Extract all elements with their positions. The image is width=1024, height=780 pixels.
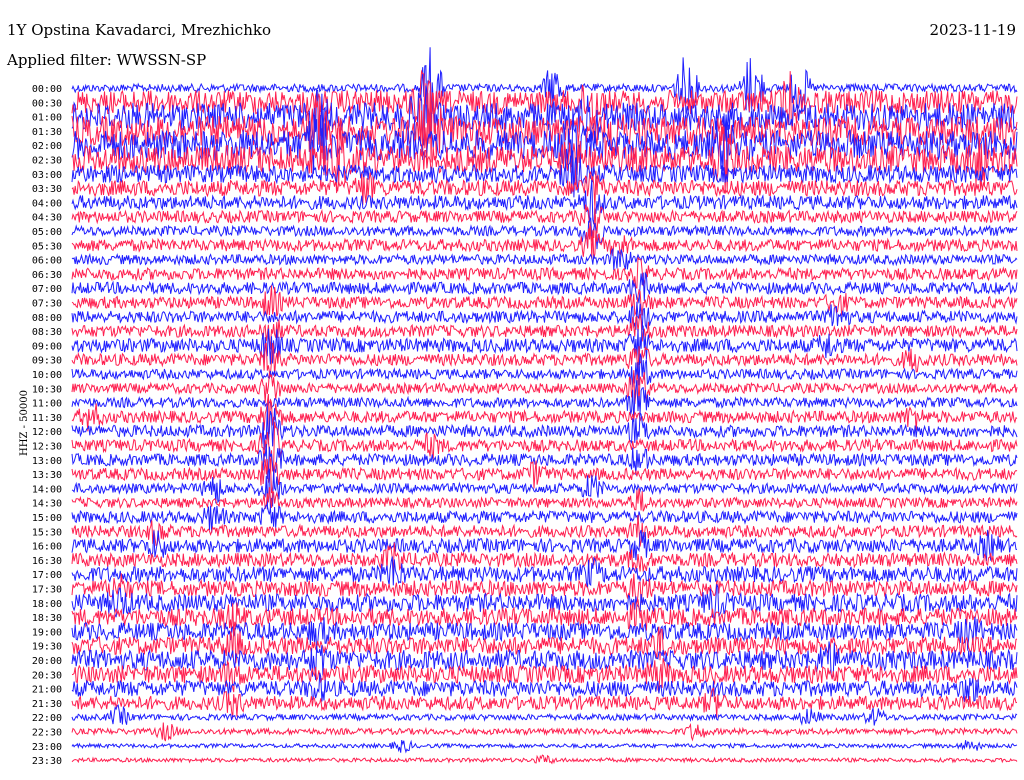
trace-line bbox=[71, 739, 1018, 754]
time-label: 16:00 bbox=[32, 542, 62, 553]
time-label: 13:00 bbox=[32, 456, 62, 467]
time-label: 20:30 bbox=[32, 670, 62, 681]
trace-layer bbox=[71, 47, 1018, 765]
trace-line bbox=[71, 529, 1018, 561]
filter-label: Applied filter: WWSSN-SP bbox=[7, 51, 207, 69]
time-label: 20:00 bbox=[32, 656, 62, 667]
time-label-layer: 00:00 00:30 01:00 01:30 02:00 02:30 03:00 03:30… bbox=[32, 84, 62, 767]
time-label: 18:00 bbox=[32, 599, 62, 610]
time-label: 01:00 bbox=[32, 113, 62, 124]
time-label: 10:30 bbox=[32, 384, 62, 395]
trace-line bbox=[71, 514, 1018, 547]
station-title: 1Y Opstina Kavadarci, Mrezhichko bbox=[7, 21, 271, 39]
time-label: 06:30 bbox=[32, 270, 62, 281]
time-label: 10:00 bbox=[32, 370, 62, 381]
time-label: 13:30 bbox=[32, 470, 62, 481]
time-label: 21:00 bbox=[32, 685, 62, 696]
time-label: 03:30 bbox=[32, 184, 62, 195]
time-label: 02:30 bbox=[32, 156, 62, 167]
time-label: 05:30 bbox=[32, 241, 62, 252]
y-axis-label: HHZ - 50000 bbox=[19, 390, 30, 456]
time-label: 12:30 bbox=[32, 442, 62, 453]
time-label: 08:30 bbox=[32, 327, 62, 338]
time-label: 17:30 bbox=[32, 585, 62, 596]
time-label: 00:30 bbox=[32, 98, 62, 109]
time-label: 11:00 bbox=[32, 399, 62, 410]
time-label: 22:30 bbox=[32, 728, 62, 739]
time-label: 12:00 bbox=[32, 427, 62, 438]
time-label: 14:30 bbox=[32, 499, 62, 510]
trace-line bbox=[71, 754, 1018, 765]
time-label: 15:00 bbox=[32, 513, 62, 524]
time-label: 23:00 bbox=[32, 742, 62, 753]
time-label: 05:00 bbox=[32, 227, 62, 238]
time-label: 18:30 bbox=[32, 613, 62, 624]
trace-line bbox=[71, 204, 1018, 242]
time-label: 19:00 bbox=[32, 627, 62, 638]
time-label: 01:30 bbox=[32, 127, 62, 138]
time-label: 19:30 bbox=[32, 642, 62, 653]
time-label: 08:00 bbox=[32, 313, 62, 324]
trace-line bbox=[71, 271, 1018, 304]
time-label: 17:00 bbox=[32, 570, 62, 581]
time-label: 02:00 bbox=[32, 141, 62, 152]
trace-line bbox=[71, 247, 1018, 271]
time-label: 09:30 bbox=[32, 356, 62, 367]
helicorder-plot: 00:00 00:30 01:00 01:30 02:00 02:30 03:00 03:30… bbox=[32, 47, 1018, 767]
trace-line bbox=[71, 421, 1018, 472]
time-label: 09:00 bbox=[32, 341, 62, 352]
time-label: 07:00 bbox=[32, 284, 62, 295]
time-label: 11:30 bbox=[32, 413, 62, 424]
time-label: 23:30 bbox=[32, 756, 62, 767]
time-label: 04:00 bbox=[32, 198, 62, 209]
time-label: 16:30 bbox=[32, 556, 62, 567]
trace-line bbox=[71, 722, 1018, 742]
record-date: 2023-11-19 bbox=[929, 21, 1016, 39]
time-label: 03:00 bbox=[32, 170, 62, 181]
time-label: 07:30 bbox=[32, 299, 62, 310]
trace-line bbox=[71, 301, 1018, 331]
time-label: 15:30 bbox=[32, 527, 62, 538]
time-label: 00:00 bbox=[32, 84, 62, 95]
time-label: 14:00 bbox=[32, 484, 62, 495]
time-label: 21:30 bbox=[32, 699, 62, 710]
time-label: 06:00 bbox=[32, 256, 62, 267]
trace-line bbox=[71, 170, 1018, 208]
time-label: 04:30 bbox=[32, 213, 62, 224]
time-label: 22:00 bbox=[32, 713, 62, 724]
